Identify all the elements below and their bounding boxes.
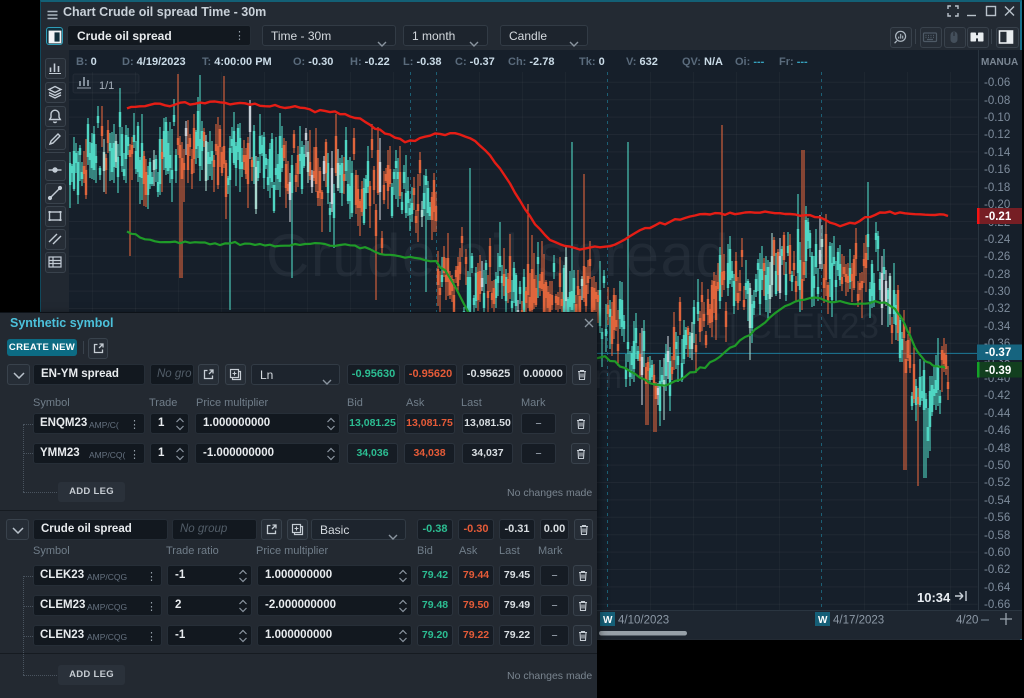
svg-text:-0.28: -0.28 bbox=[984, 269, 1010, 281]
svg-text:-0.16: -0.16 bbox=[984, 164, 1010, 176]
svg-text:1/1: 1/1 bbox=[99, 80, 114, 92]
svg-text:-0.56: -0.56 bbox=[984, 512, 1010, 524]
svg-text:-0.06: -0.06 bbox=[984, 77, 1010, 89]
svg-text:-0.26: -0.26 bbox=[984, 251, 1010, 263]
svg-text:-0.37: -0.37 bbox=[985, 347, 1011, 359]
svg-text:4/10/2023: 4/10/2023 bbox=[618, 615, 669, 627]
svg-text:-0.54: -0.54 bbox=[984, 495, 1011, 507]
svg-text:-0.64: -0.64 bbox=[984, 582, 1011, 594]
svg-text:-0.39: -0.39 bbox=[985, 365, 1011, 377]
svg-text:-0.30: -0.30 bbox=[984, 286, 1010, 298]
svg-text:-0.10: -0.10 bbox=[984, 112, 1010, 124]
svg-text:W: W bbox=[603, 615, 613, 626]
svg-text:-0.52: -0.52 bbox=[984, 477, 1010, 489]
svg-text:-0.48: -0.48 bbox=[984, 443, 1010, 455]
svg-text:-0.66: -0.66 bbox=[984, 599, 1010, 611]
svg-text:-0.12: -0.12 bbox=[984, 129, 1010, 141]
svg-text:-0.58: -0.58 bbox=[984, 530, 1010, 542]
svg-text:-0.21: -0.21 bbox=[985, 211, 1012, 223]
svg-text:-0.44: -0.44 bbox=[984, 408, 1011, 420]
svg-text:-0.18: -0.18 bbox=[984, 182, 1010, 194]
svg-text:10:34: 10:34 bbox=[917, 590, 951, 605]
svg-text:4/17/2023: 4/17/2023 bbox=[833, 615, 884, 627]
svg-text:-0.24: -0.24 bbox=[984, 234, 1011, 246]
svg-text:-0.32: -0.32 bbox=[984, 303, 1010, 315]
svg-text:-0.60: -0.60 bbox=[984, 547, 1010, 559]
svg-text:-0.34: -0.34 bbox=[984, 321, 1011, 333]
svg-text:-0.50: -0.50 bbox=[984, 460, 1010, 472]
svg-text:-0.08: -0.08 bbox=[984, 95, 1010, 107]
svg-text:-0.42: -0.42 bbox=[984, 390, 1010, 402]
svg-text:W: W bbox=[818, 615, 828, 626]
svg-text:-0.46: -0.46 bbox=[984, 425, 1010, 437]
svg-text:-0.14: -0.14 bbox=[984, 147, 1011, 159]
svg-text:4/20: 4/20 bbox=[956, 615, 978, 627]
svg-text:-0.62: -0.62 bbox=[984, 564, 1010, 576]
